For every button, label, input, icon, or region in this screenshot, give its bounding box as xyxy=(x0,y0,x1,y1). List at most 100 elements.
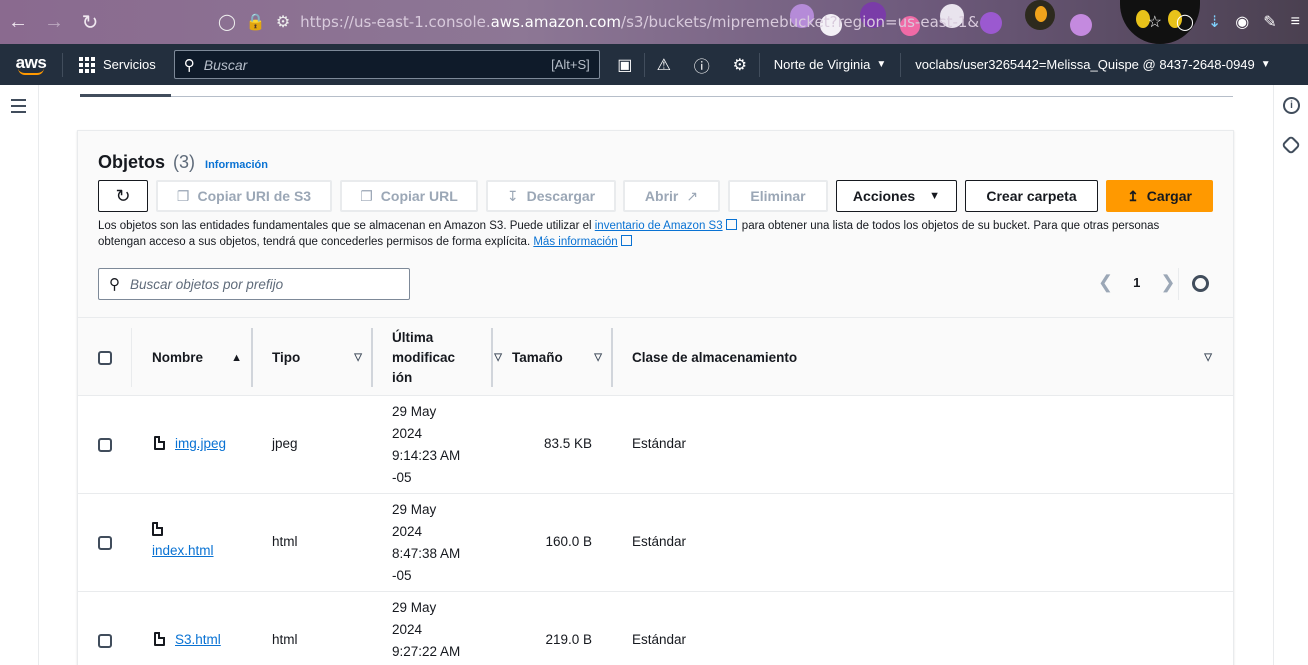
info-panel-icon[interactable]: i xyxy=(1283,97,1300,114)
console-search-input[interactable]: ⚲ Buscar [Alt+S] xyxy=(173,50,600,79)
row-checkbox[interactable] xyxy=(98,634,112,648)
delete-button[interactable]: Eliminar xyxy=(728,180,828,212)
extensions-icon[interactable]: ✎ xyxy=(1263,12,1276,32)
object-name-link[interactable]: index.html xyxy=(152,543,214,558)
settings-gear-icon[interactable]: ⚙ xyxy=(721,44,759,85)
hamburger-menu-icon[interactable] xyxy=(11,99,26,117)
copy-url-button[interactable]: ❐ Copiar URL xyxy=(340,180,478,212)
date-line: -05 xyxy=(392,568,412,583)
column-header-type[interactable]: Tipo ▽ xyxy=(272,318,372,397)
info-link[interactable]: Información xyxy=(205,159,268,171)
date-line: 8:47:38 AM xyxy=(392,546,461,561)
help-icon[interactable]: ⓘ xyxy=(683,44,721,85)
header-size-label: Tamaño xyxy=(512,349,563,365)
refresh-button[interactable]: ↻ xyxy=(98,180,148,212)
table-header: Nombre ▲ Tipo ▽ Última modificac ión ▽ T… xyxy=(78,317,1233,396)
sort-icon: ▽ xyxy=(494,351,502,363)
size-cell: 83.5 KB xyxy=(543,436,592,451)
grid-icon xyxy=(79,56,95,73)
sort-icon: ▽ xyxy=(594,351,602,363)
back-icon[interactable]: ← xyxy=(0,0,36,44)
storage-class-cell: Estándar xyxy=(632,632,687,647)
copy-s3-uri-button[interactable]: ❐ Copiar URI de S3 xyxy=(156,180,332,212)
aws-logo[interactable]: aws xyxy=(0,44,62,85)
pagination: ❮ 1 ❯ xyxy=(1098,272,1175,293)
column-header-modified[interactable]: Última modificac ión ▽ xyxy=(392,318,512,397)
storage-class-cell: Estándar xyxy=(632,534,687,549)
actions-dropdown-button[interactable]: Acciones ▼ xyxy=(836,180,957,212)
objects-description: Los objetos son las entidades fundamenta… xyxy=(98,218,1198,250)
account-menu[interactable]: voclabs/user3265442=Melissa_Quispe @ 843… xyxy=(901,57,1284,72)
upload-label: Cargar xyxy=(1146,188,1192,204)
region-selector[interactable]: Norte de Virginia ▼ xyxy=(760,57,901,72)
forward-icon[interactable]: → xyxy=(36,0,72,44)
upload-button[interactable]: ↥ Cargar xyxy=(1106,180,1213,212)
caret-down-icon: ▼ xyxy=(929,190,941,202)
type-cell: html xyxy=(272,534,298,549)
table-row[interactable]: index.html html 29 May 2024 8:47:38 AM -… xyxy=(78,494,1233,592)
column-header-size[interactable]: Tamaño ▽ xyxy=(512,318,612,397)
left-side-rail xyxy=(0,85,39,665)
region-label: Norte de Virginia xyxy=(773,57,871,72)
date-line: 29 May xyxy=(392,600,437,615)
download-icon[interactable]: ⇣ xyxy=(1208,12,1221,32)
open-button[interactable]: Abrir ↗ xyxy=(623,180,720,212)
column-header-name[interactable]: Nombre ▲ xyxy=(152,318,252,397)
chevron-left-icon[interactable]: ❮ xyxy=(1098,272,1113,293)
feedback-icon[interactable] xyxy=(1281,135,1301,155)
file-icon xyxy=(152,522,163,536)
size-cell: 219.0 B xyxy=(545,632,592,647)
url-text[interactable]: https://us-east-1.console.aws.amazon.com… xyxy=(300,13,980,31)
caret-down-icon: ▼ xyxy=(876,59,887,70)
sort-icon: ▽ xyxy=(1204,351,1212,363)
open-label: Abrir xyxy=(644,188,679,204)
download-label: Descargar xyxy=(526,188,596,204)
header-name-label: Nombre xyxy=(152,349,204,365)
caret-down-icon: ▼ xyxy=(1260,59,1271,70)
row-checkbox[interactable] xyxy=(98,438,112,452)
copy-icon: ❐ xyxy=(176,187,190,204)
lock-icon: 🔒 xyxy=(245,14,266,31)
select-all-checkbox[interactable] xyxy=(98,350,112,365)
copy-uri-label: Copiar URI de S3 xyxy=(197,188,312,204)
page-number[interactable]: 1 xyxy=(1133,275,1140,290)
account-icon[interactable]: ◉ xyxy=(1235,12,1249,32)
menu-icon[interactable]: ≡ xyxy=(1291,13,1300,31)
permissions-icon: ⚙ xyxy=(275,14,291,31)
date-line: 9:27:22 AM xyxy=(392,644,461,659)
type-cell: html xyxy=(272,632,298,647)
table-preferences-gear-icon[interactable] xyxy=(1192,275,1209,292)
cloudshell-icon[interactable]: ▣ xyxy=(606,44,644,85)
prefix-search-placeholder: Buscar objetos por prefijo xyxy=(130,276,284,292)
pocket-icon[interactable]: ◯ xyxy=(1176,12,1194,32)
more-info-link[interactable]: Más información xyxy=(533,236,617,248)
address-bar[interactable]: ◯ 🔒 ⚙ https://us-east-1.console.aws.amaz… xyxy=(218,8,980,36)
search-icon: ⚲ xyxy=(183,56,195,74)
create-folder-button[interactable]: Crear carpeta xyxy=(965,180,1098,212)
date-line: 29 May xyxy=(392,404,437,419)
table-row[interactable]: img.jpeg jpeg 29 May 2024 9:14:23 AM -05… xyxy=(78,396,1233,494)
account-label: voclabs/user3265442=Melissa_Quispe @ 843… xyxy=(915,57,1255,72)
object-name-link[interactable]: img.jpeg xyxy=(175,436,226,451)
tab-objects-active[interactable] xyxy=(80,94,171,97)
external-link-icon: ↗ xyxy=(686,187,699,204)
objects-table: Nombre ▲ Tipo ▽ Última modificac ión ▽ T… xyxy=(78,317,1233,665)
services-menu-button[interactable]: Servicios xyxy=(63,56,170,73)
column-header-storage-class[interactable]: Clase de almacenamiento ▽ xyxy=(632,318,1222,397)
prefix-search-input[interactable]: ⚲ Buscar objetos por prefijo xyxy=(98,268,410,300)
row-checkbox[interactable] xyxy=(98,536,112,550)
s3-inventory-link[interactable]: inventario de Amazon S3 xyxy=(595,220,723,232)
objects-panel: Objetos (3) Información ↻ ❐ Copiar URI d… xyxy=(77,130,1234,665)
notifications-bell-icon[interactable]: ⚠ xyxy=(645,44,683,85)
objects-count: (3) xyxy=(173,152,196,172)
download-button[interactable]: ↧ Descargar xyxy=(486,180,616,212)
object-name-link[interactable]: S3.html xyxy=(175,632,221,647)
chevron-right-icon[interactable]: ❯ xyxy=(1160,272,1175,293)
table-row[interactable]: S3.html html 29 May 2024 9:27:22 AM 219.… xyxy=(78,592,1233,665)
upload-icon: ↥ xyxy=(1127,187,1139,204)
description-text-1: Los objetos son las entidades fundamenta… xyxy=(98,220,595,232)
reload-icon[interactable]: ↻ xyxy=(72,0,108,44)
actions-label: Acciones xyxy=(852,188,916,204)
search-shortcut: [Alt+S] xyxy=(551,57,590,72)
bookmark-star-icon[interactable]: ☆ xyxy=(1148,12,1162,32)
